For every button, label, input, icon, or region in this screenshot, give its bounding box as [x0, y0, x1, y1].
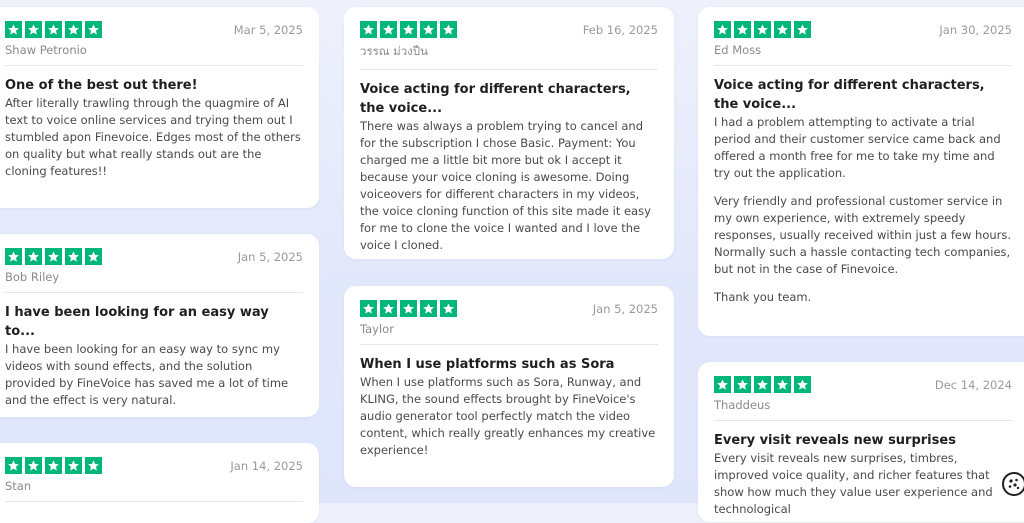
review-date: Feb 16, 2025 [582, 22, 658, 37]
review-date: Jan 14, 2025 [230, 458, 303, 473]
review-header: Jan 14, 2025 [5, 457, 303, 474]
review-title: One of the best out there! [5, 78, 198, 93]
star-icon [774, 376, 791, 393]
star-rating [5, 21, 102, 38]
review-header: Jan 5, 2025 [5, 248, 303, 265]
star-icon [85, 457, 102, 474]
review-author: Ed Moss [714, 43, 1012, 66]
star-icon [65, 21, 82, 38]
star-icon [754, 376, 771, 393]
review-card: Mar 5, 2025 Shaw Petronio One of the bes… [0, 7, 319, 208]
star-icon [420, 300, 437, 317]
review-title: Every visit reveals new surprises [714, 433, 956, 448]
review-body: Every visit reveals new surprises, timbr… [714, 450, 1012, 518]
review-date: Dec 14, 2024 [934, 377, 1012, 392]
review-date: Mar 5, 2025 [233, 22, 303, 37]
star-icon [5, 248, 22, 265]
star-icon [794, 21, 811, 38]
star-icon [85, 21, 102, 38]
review-paragraph: Very friendly and professional customer … [714, 194, 1012, 276]
review-body: I had a problem attempting to activate a… [714, 114, 1012, 306]
review-header: Dec 14, 2024 [714, 376, 1012, 393]
star-icon [774, 21, 791, 38]
star-icon [380, 21, 397, 38]
review-card: Jan 5, 2025 Bob Riley I have been lookin… [0, 234, 319, 417]
review-header: Jan 5, 2025 [360, 300, 658, 317]
review-header: Jan 30, 2025 [714, 21, 1012, 38]
star-rating [5, 248, 102, 265]
review-title: Voice acting for different characters, t… [360, 82, 631, 116]
star-icon [45, 248, 62, 265]
star-icon [734, 376, 751, 393]
review-paragraph: I have been looking for an easy way to s… [5, 342, 289, 407]
review-card: Jan 30, 2025 Ed Moss Voice acting for di… [698, 7, 1024, 336]
star-icon [754, 21, 771, 38]
review-card: Jan 14, 2025 Stan [0, 443, 319, 523]
review-card: Feb 16, 2025 วรรณ ม่วงปืน Voice acting f… [344, 7, 674, 259]
review-card: Dec 14, 2024 Thaddeus Every visit reveal… [698, 362, 1024, 522]
review-title: When I use platforms such as Sora [360, 357, 615, 372]
star-icon [440, 300, 457, 317]
star-icon [400, 300, 417, 317]
star-icon [25, 21, 42, 38]
review-date: Jan 30, 2025 [939, 22, 1012, 37]
review-author: Stan [5, 479, 303, 502]
star-icon [380, 300, 397, 317]
review-paragraph: I had a problem attempting to activate a… [714, 115, 1001, 180]
star-icon [45, 457, 62, 474]
star-icon [360, 300, 377, 317]
review-header: Feb 16, 2025 [360, 21, 658, 38]
review-title: Voice acting for different characters, t… [714, 78, 985, 112]
review-author: Thaddeus [714, 398, 1012, 421]
review-paragraph: Every visit reveals new surprises, timbr… [714, 451, 993, 516]
review-body: When I use platforms such as Sora, Runwa… [360, 374, 658, 459]
star-rating [714, 376, 811, 393]
star-icon [65, 248, 82, 265]
star-icon [85, 248, 102, 265]
review-header: Mar 5, 2025 [5, 21, 303, 38]
review-author: Bob Riley [5, 270, 303, 293]
star-rating [5, 457, 102, 474]
star-icon [25, 457, 42, 474]
star-icon [714, 21, 731, 38]
star-icon [794, 376, 811, 393]
review-body: After literally trawling through the qua… [5, 95, 303, 180]
review-author: Taylor [360, 322, 658, 345]
review-date: Jan 5, 2025 [237, 249, 303, 264]
star-icon [5, 457, 22, 474]
star-icon [440, 21, 457, 38]
star-rating [360, 300, 457, 317]
star-icon [400, 21, 417, 38]
review-card: Jan 5, 2025 Taylor When I use platforms … [344, 286, 674, 487]
review-author: วรรณ ม่วงปืน [360, 43, 658, 70]
review-paragraph: After literally trawling through the qua… [5, 96, 301, 178]
review-body: I have been looking for an easy way to s… [5, 341, 303, 409]
cookie-settings-icon[interactable] [1002, 472, 1024, 496]
star-rating [360, 21, 457, 38]
star-icon [5, 21, 22, 38]
star-icon [714, 376, 731, 393]
star-icon [65, 457, 82, 474]
review-author: Shaw Petronio [5, 43, 303, 66]
review-paragraph: There was always a problem trying to can… [360, 119, 651, 252]
review-date: Jan 5, 2025 [592, 301, 658, 316]
star-icon [25, 248, 42, 265]
review-body: There was always a problem trying to can… [360, 118, 658, 254]
review-title: I have been looking for an easy way to..… [5, 305, 269, 339]
star-icon [734, 21, 751, 38]
review-paragraph: When I use platforms such as Sora, Runwa… [360, 375, 656, 457]
star-icon [420, 21, 437, 38]
star-icon [45, 21, 62, 38]
review-paragraph: Thank you team. [714, 290, 812, 304]
star-rating [714, 21, 811, 38]
star-icon [360, 21, 377, 38]
